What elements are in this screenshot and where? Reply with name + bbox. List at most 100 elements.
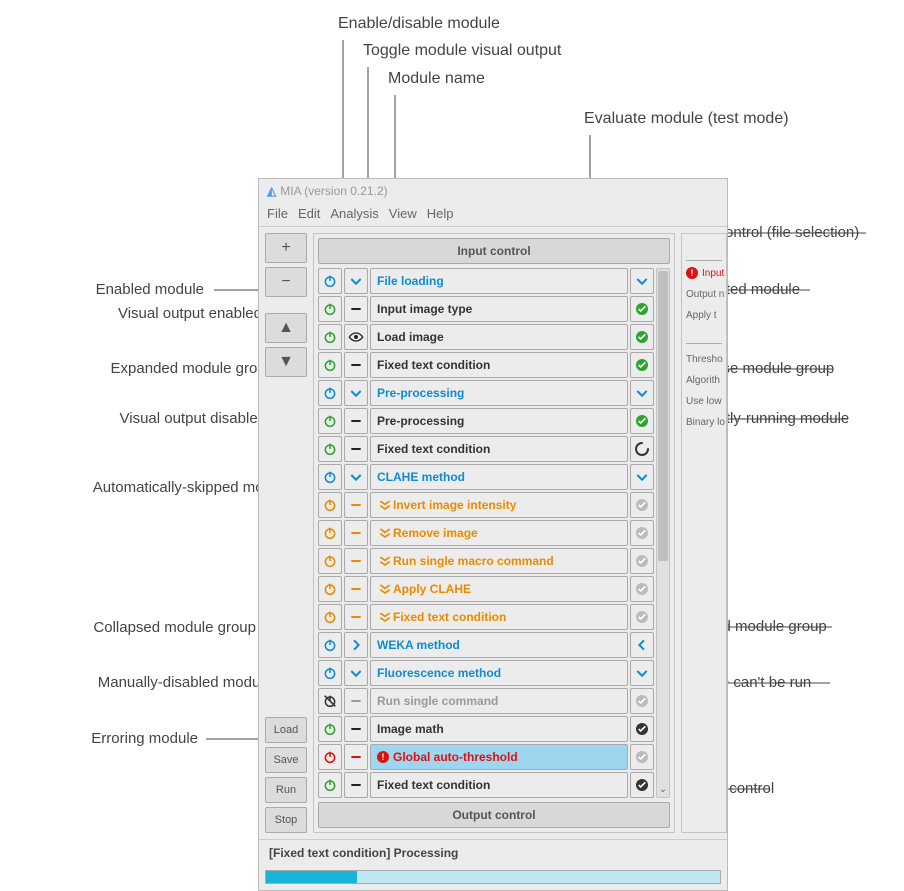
power-toggle[interactable]: [318, 548, 342, 574]
power-toggle[interactable]: [318, 492, 342, 518]
module-name-cell[interactable]: File loading: [370, 268, 628, 294]
visual-output-toggle[interactable]: [344, 520, 368, 546]
power-toggle[interactable]: [318, 660, 342, 686]
power-toggle[interactable]: [318, 296, 342, 322]
power-toggle[interactable]: [318, 324, 342, 350]
module-name-cell[interactable]: Apply CLAHE: [370, 576, 628, 602]
evaluate-button[interactable]: [630, 296, 654, 322]
visual-output-toggle[interactable]: [344, 716, 368, 742]
input-control-button[interactable]: Input control: [318, 238, 670, 264]
module-row[interactable]: File loading: [318, 268, 654, 294]
module-name-cell[interactable]: Remove image: [370, 520, 628, 546]
evaluate-button[interactable]: [630, 380, 654, 406]
module-row[interactable]: CLAHE method: [318, 464, 654, 490]
move-up-button[interactable]: ▲: [265, 313, 307, 343]
add-module-button[interactable]: +: [265, 233, 307, 263]
module-name-cell[interactable]: WEKA method: [370, 632, 628, 658]
stop-button[interactable]: Stop: [265, 807, 307, 833]
save-button[interactable]: Save: [265, 747, 307, 773]
visual-output-toggle[interactable]: [344, 660, 368, 686]
visual-output-toggle[interactable]: [344, 296, 368, 322]
module-name-cell[interactable]: Run single command: [370, 688, 628, 714]
evaluate-button[interactable]: [630, 716, 654, 742]
module-row[interactable]: Fixed text condition: [318, 772, 654, 798]
run-button[interactable]: Run: [265, 777, 307, 803]
power-toggle[interactable]: [318, 380, 342, 406]
module-row[interactable]: Remove image: [318, 520, 654, 546]
evaluate-button[interactable]: [630, 632, 654, 658]
module-name-cell[interactable]: CLAHE method: [370, 464, 628, 490]
evaluate-button[interactable]: [630, 772, 654, 798]
module-row[interactable]: Fluorescence method: [318, 660, 654, 686]
evaluate-button[interactable]: [630, 520, 654, 546]
module-row[interactable]: Load image: [318, 324, 654, 350]
evaluate-button[interactable]: [630, 660, 654, 686]
power-toggle[interactable]: [318, 688, 342, 714]
menu-view[interactable]: View: [389, 206, 417, 221]
visual-output-toggle[interactable]: [344, 548, 368, 574]
module-name-cell[interactable]: Invert image intensity: [370, 492, 628, 518]
power-toggle[interactable]: [318, 520, 342, 546]
evaluate-button[interactable]: [630, 688, 654, 714]
module-name-cell[interactable]: Image math: [370, 716, 628, 742]
module-row[interactable]: Image math: [318, 716, 654, 742]
module-scrollbar[interactable]: ⌄: [656, 268, 670, 798]
module-name-cell[interactable]: Run single macro command: [370, 548, 628, 574]
evaluate-button[interactable]: [630, 268, 654, 294]
module-name-cell[interactable]: Pre-processing: [370, 380, 628, 406]
menu-edit[interactable]: Edit: [298, 206, 320, 221]
visual-output-toggle[interactable]: [344, 772, 368, 798]
scrollbar-thumb[interactable]: [658, 271, 668, 561]
output-control-button[interactable]: Output control: [318, 802, 670, 828]
visual-output-toggle[interactable]: [344, 604, 368, 630]
module-name-cell[interactable]: Fixed text condition: [370, 352, 628, 378]
module-row[interactable]: Run single command: [318, 688, 654, 714]
visual-output-toggle[interactable]: [344, 576, 368, 602]
power-toggle[interactable]: [318, 744, 342, 770]
module-row[interactable]: Invert image intensity: [318, 492, 654, 518]
power-toggle[interactable]: [318, 408, 342, 434]
power-toggle[interactable]: [318, 576, 342, 602]
menu-help[interactable]: Help: [427, 206, 454, 221]
power-toggle[interactable]: [318, 268, 342, 294]
visual-output-toggle[interactable]: [344, 268, 368, 294]
scroll-down-icon[interactable]: ⌄: [657, 784, 669, 795]
power-toggle[interactable]: [318, 716, 342, 742]
module-row[interactable]: Apply CLAHE: [318, 576, 654, 602]
power-toggle[interactable]: [318, 604, 342, 630]
module-name-cell[interactable]: Fixed text condition: [370, 436, 628, 462]
visual-output-toggle[interactable]: [344, 324, 368, 350]
power-toggle[interactable]: [318, 464, 342, 490]
evaluate-button[interactable]: [630, 436, 654, 462]
evaluate-button[interactable]: [630, 408, 654, 434]
evaluate-button[interactable]: [630, 548, 654, 574]
evaluate-button[interactable]: [630, 604, 654, 630]
power-toggle[interactable]: [318, 436, 342, 462]
module-name-cell[interactable]: Load image: [370, 324, 628, 350]
module-name-cell[interactable]: Pre-processing: [370, 408, 628, 434]
visual-output-toggle[interactable]: [344, 744, 368, 770]
menu-analysis[interactable]: Analysis: [330, 206, 378, 221]
module-name-cell[interactable]: Fluorescence method: [370, 660, 628, 686]
module-row[interactable]: WEKA method: [318, 632, 654, 658]
visual-output-toggle[interactable]: [344, 492, 368, 518]
visual-output-toggle[interactable]: [344, 408, 368, 434]
module-row[interactable]: Fixed text condition: [318, 436, 654, 462]
module-row[interactable]: Fixed text condition: [318, 352, 654, 378]
visual-output-toggle[interactable]: [344, 632, 368, 658]
visual-output-toggle[interactable]: [344, 380, 368, 406]
module-name-cell[interactable]: Fixed text condition: [370, 604, 628, 630]
evaluate-button[interactable]: [630, 324, 654, 350]
module-name-cell[interactable]: Fixed text condition: [370, 772, 628, 798]
menu-file[interactable]: File: [267, 206, 288, 221]
visual-output-toggle[interactable]: [344, 688, 368, 714]
module-row[interactable]: Pre-processing: [318, 408, 654, 434]
visual-output-toggle[interactable]: [344, 464, 368, 490]
module-name-cell[interactable]: !Global auto-threshold: [370, 744, 628, 770]
evaluate-button[interactable]: [630, 352, 654, 378]
evaluate-button[interactable]: [630, 464, 654, 490]
visual-output-toggle[interactable]: [344, 436, 368, 462]
evaluate-button[interactable]: [630, 576, 654, 602]
remove-module-button[interactable]: −: [265, 267, 307, 297]
visual-output-toggle[interactable]: [344, 352, 368, 378]
